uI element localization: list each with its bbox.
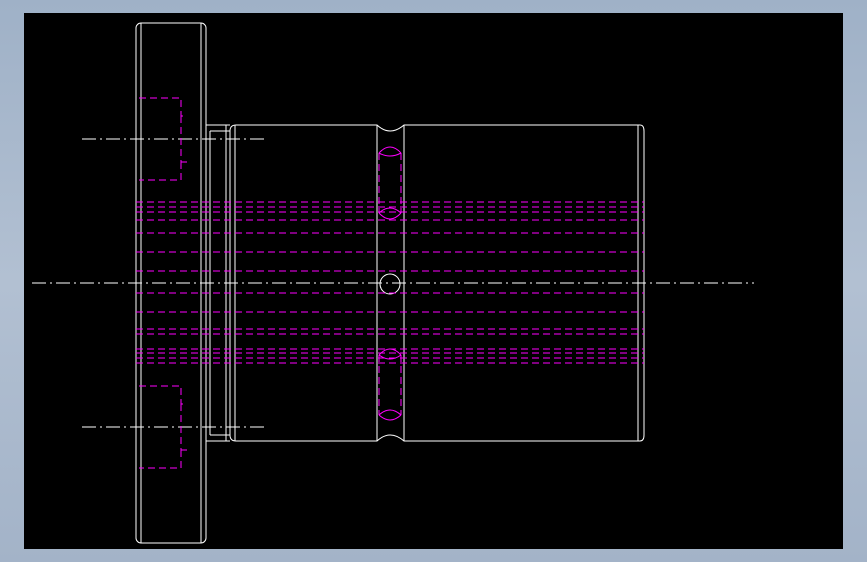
drawing-viewport[interactable]: [24, 13, 843, 549]
body-outline: [229, 124, 645, 442]
lower-slot: [378, 348, 402, 421]
center-hole[interactable]: [379, 273, 401, 295]
centerlines: [32, 138, 754, 428]
cylindrical-body[interactable]: [229, 124, 645, 442]
cad-drawing[interactable]: [24, 13, 843, 549]
upper-slot: [378, 146, 402, 220]
